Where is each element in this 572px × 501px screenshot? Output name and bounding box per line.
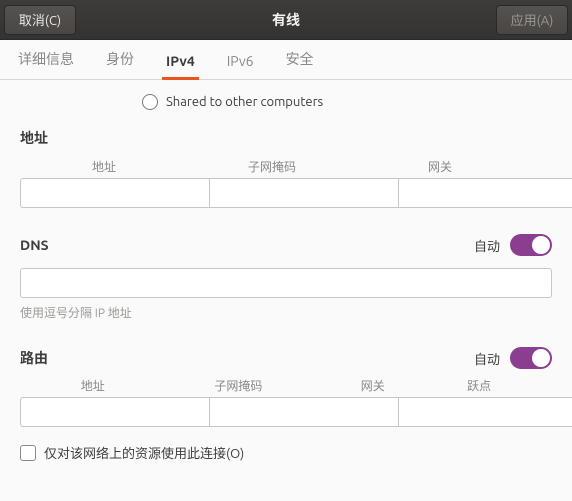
dns-auto-label: 自动 xyxy=(474,236,500,255)
cancel-button[interactable]: 取消(C) xyxy=(4,5,76,35)
routes-col-netmask: 子网掩码 xyxy=(166,377,312,394)
tabs: 详细信息 身份 IPv4 IPv6 安全 xyxy=(0,40,572,80)
window-title: 有线 xyxy=(0,10,572,30)
tab-ipv4[interactable]: IPv4 xyxy=(164,53,197,79)
routes-columns: 地址 子网掩码 网关 跃点 xyxy=(20,377,552,394)
route-gateway-input[interactable] xyxy=(398,397,572,427)
routes-heading: 路由 xyxy=(20,348,48,368)
ipv4-panel: Shared to other computers 地址 地址 子网掩码 网关 … xyxy=(0,80,572,482)
tab-details[interactable]: 详细信息 xyxy=(16,49,76,79)
dns-heading: DNS xyxy=(20,237,49,253)
routes-col-address: 地址 xyxy=(20,377,166,394)
routes-auto-label: 自动 xyxy=(474,349,500,368)
dns-input[interactable] xyxy=(20,268,552,298)
dns-hint: 使用逗号分隔 IP 地址 xyxy=(20,304,552,321)
routes-header-row: 路由 自动 xyxy=(20,347,552,369)
addresses-col-address: 地址 xyxy=(20,158,188,175)
tab-security[interactable]: 安全 xyxy=(284,49,316,79)
dns-header-row: DNS 自动 xyxy=(20,234,552,256)
method-shared-label: Shared to other computers xyxy=(166,95,323,109)
netmask-input[interactable] xyxy=(209,178,398,208)
routes-row xyxy=(20,397,552,427)
tab-identity[interactable]: 身份 xyxy=(104,49,136,79)
tab-ipv6[interactable]: IPv6 xyxy=(225,53,256,79)
route-address-input[interactable] xyxy=(20,397,209,427)
only-this-network-label: 仅对该网络上的资源使用此连接(O) xyxy=(44,443,244,462)
addresses-row xyxy=(20,178,552,208)
routes-col-metric: 跃点 xyxy=(434,377,524,394)
apply-button[interactable]: 应用(A) xyxy=(496,5,568,35)
routes-auto-toggle[interactable] xyxy=(510,347,552,369)
method-shared-radio[interactable] xyxy=(142,94,158,110)
only-this-network-row: 仅对该网络上的资源使用此连接(O) xyxy=(20,443,552,462)
route-netmask-input[interactable] xyxy=(209,397,398,427)
dns-auto-toggle[interactable] xyxy=(510,234,552,256)
only-this-network-checkbox[interactable] xyxy=(20,445,36,461)
addresses-col-gateway: 网关 xyxy=(356,158,524,175)
addresses-header-row: 地址 子网掩码 网关 xyxy=(20,158,552,175)
gateway-input[interactable] xyxy=(398,178,572,208)
method-shared-row: Shared to other computers xyxy=(142,94,552,110)
address-input[interactable] xyxy=(20,178,209,208)
addresses-heading: 地址 xyxy=(20,128,552,148)
addresses-col-netmask: 子网掩码 xyxy=(188,158,356,175)
routes-col-gateway: 网关 xyxy=(311,377,434,394)
titlebar: 取消(C) 有线 应用(A) xyxy=(0,0,572,40)
